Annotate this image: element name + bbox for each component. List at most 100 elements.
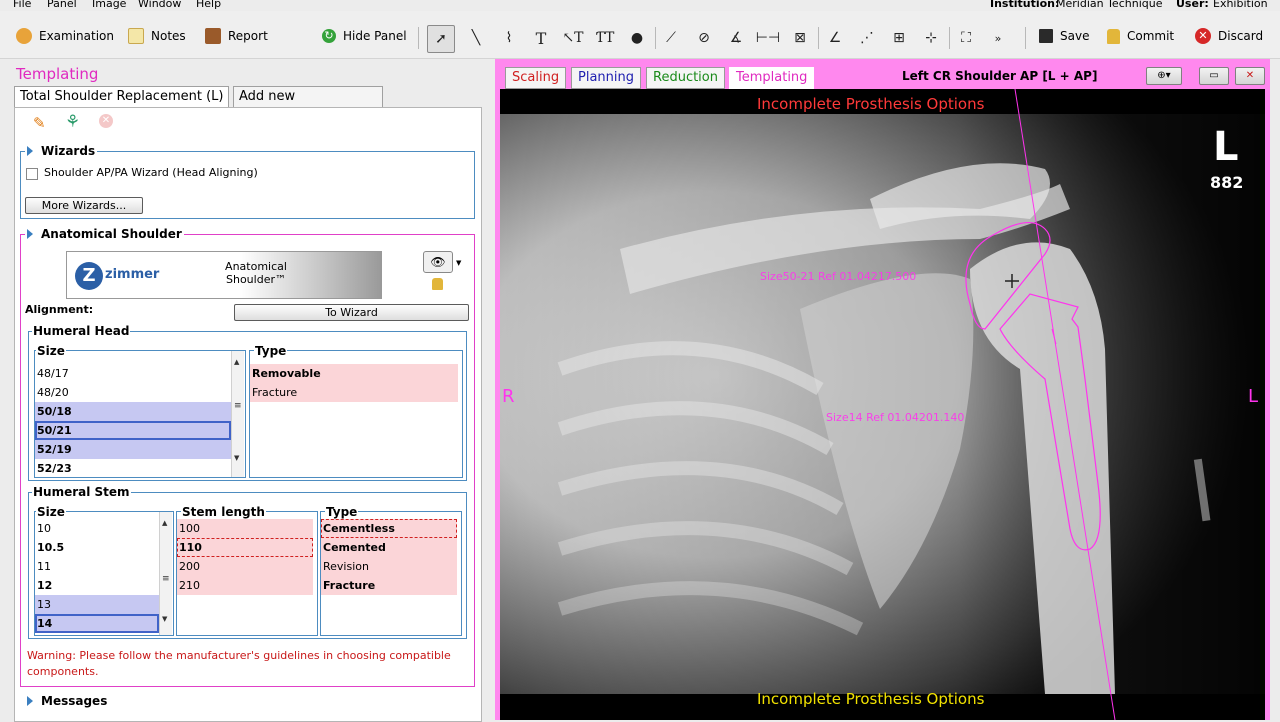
tab-scaling[interactable]: Scaling [505, 67, 567, 89]
point-tool[interactable]: ● [624, 25, 650, 51]
tab-add-new-procedure[interactable]: Add new procedure... [233, 86, 383, 124]
grid-tool[interactable]: ⊞ [886, 25, 912, 51]
tab-templating[interactable]: Templating [729, 67, 815, 89]
list-item[interactable]: 13 [35, 595, 159, 614]
tab-planning[interactable]: Planning [571, 67, 641, 89]
angle-icon: ∡ [729, 30, 743, 46]
close-view-button[interactable]: ✕ [1235, 67, 1265, 85]
line-tool[interactable]: ╲ [463, 25, 489, 51]
dropdown-arrow-icon[interactable]: ▼ [456, 259, 461, 267]
scroll-down-arrow-icon[interactable]: ▼ [234, 454, 239, 462]
menu-panel[interactable]: Panel [47, 0, 77, 11]
text-tool[interactable]: T [528, 25, 554, 51]
pattern-tool[interactable]: ⊹ [918, 25, 944, 51]
hide-panel-button[interactable]: ↻ Hide Panel [322, 25, 407, 47]
save-button[interactable]: Save [1039, 25, 1089, 47]
lock-icon[interactable] [432, 278, 443, 290]
list-item[interactable]: 11 [35, 557, 159, 576]
list-item[interactable]: 110 [177, 538, 313, 557]
list-item-selected[interactable]: 14 [35, 614, 159, 633]
crop-tool[interactable]: ⛶ [953, 25, 979, 51]
report-button[interactable]: Report [205, 25, 268, 47]
restore-button[interactable]: ▭ [1199, 67, 1229, 85]
pointer-tool[interactable]: ➚ [427, 25, 455, 53]
angle-tool[interactable]: ∡ [723, 25, 749, 51]
notes-label: Notes [151, 29, 186, 43]
edit-pencil-icon[interactable]: ✎ [33, 114, 46, 132]
toolbar-divider [949, 27, 950, 49]
list-item[interactable]: 12 [35, 576, 159, 595]
messages-header[interactable]: Messages [25, 694, 110, 708]
list-item[interactable]: 210 [177, 576, 313, 595]
expand-triangle-icon [27, 229, 33, 239]
humeral-head-label: Humeral Head [32, 324, 131, 338]
visibility-eye-icon[interactable]: 👁 [423, 251, 453, 273]
list-item[interactable]: 10.5 [35, 538, 159, 557]
offset-tool[interactable]: ⊠ [787, 25, 813, 51]
scroll-up-arrow-icon[interactable]: ▲ [162, 519, 167, 527]
scroll-up-arrow-icon[interactable]: ▲ [234, 358, 239, 366]
more-wizards-button[interactable]: More Wizards... [25, 197, 143, 214]
magnifier-icon: ⊕▾ [1157, 70, 1171, 81]
list-item[interactable]: 48/17 [35, 364, 231, 383]
list-item[interactable]: 48/20 [35, 383, 231, 402]
head-type-list[interactable]: Removable Fracture [249, 350, 463, 478]
list-item[interactable]: Cementless [321, 519, 457, 538]
list-item[interactable]: 10 [35, 519, 159, 538]
offset-icon: ⊠ [794, 30, 806, 46]
anatomical-shoulder-header[interactable]: Anatomical Shoulder [25, 227, 184, 241]
cobb-angle-tool[interactable]: ∠ [822, 25, 848, 51]
head-size-list[interactable]: 48/17 48/20 50/18 50/21 52/19 52/23 ▲ ≡ … [34, 350, 246, 478]
stem-size-list[interactable]: 10 10.5 11 12 13 14 ▲ ≡ ▼ [34, 511, 174, 636]
arrow-text-tool[interactable]: ↖T [560, 25, 586, 51]
menu-window[interactable]: Window [138, 0, 181, 11]
list-item[interactable]: 52/23 [35, 459, 231, 478]
image-viewport-panel: Scaling Planning Reduction Templating Le… [495, 59, 1270, 720]
wizards-header[interactable]: Wizards [25, 144, 98, 158]
list-item[interactable]: Cemented [321, 538, 457, 557]
stem-size-scrollbar[interactable]: ▲ ≡ ▼ [159, 512, 172, 635]
scroll-thumb[interactable]: ≡ [234, 401, 242, 411]
scroll-down-arrow-icon[interactable]: ▼ [162, 615, 167, 623]
list-item[interactable]: 50/18 [35, 402, 231, 421]
notes-button[interactable]: Notes [128, 25, 186, 47]
list-item[interactable]: 200 [177, 557, 313, 576]
ruler-tool[interactable]: ⟋ [658, 25, 684, 51]
ellipse-tool[interactable]: ⊘ [691, 25, 717, 51]
list-item-selected[interactable]: 50/21 [35, 421, 231, 440]
list-item[interactable]: Revision [321, 557, 457, 576]
head-template-label: Size50-21 Ref 01.04217.500 [760, 270, 917, 283]
tab-reduction[interactable]: Reduction [646, 67, 725, 89]
tab-total-shoulder-replacement[interactable]: Total Shoulder Replacement (L) [14, 86, 230, 109]
discard-button[interactable]: ✕ Discard [1195, 25, 1263, 47]
commit-button[interactable]: Commit [1107, 25, 1174, 47]
to-wizard-button[interactable]: To Wizard [234, 304, 469, 321]
zimmer-brand: zimmer [105, 267, 160, 282]
distance-tool[interactable]: ⊢⊣ [755, 25, 781, 51]
zoom-menu-button[interactable]: ⊕▾ [1146, 67, 1182, 85]
head-size-scrollbar[interactable]: ▲ ≡ ▼ [231, 351, 244, 477]
list-item[interactable]: 100 [177, 519, 313, 538]
list-item[interactable]: Fracture [321, 576, 457, 595]
more-tools-button[interactable]: » [985, 25, 1011, 51]
multi-text-icon: ƬT [595, 30, 615, 46]
product-name: Anatomical Shoulder™ [225, 260, 287, 286]
list-item[interactable]: Fracture [250, 383, 458, 402]
expand-triangle-icon [27, 696, 33, 706]
list-item[interactable]: 52/19 [35, 440, 231, 459]
menu-help[interactable]: Help [196, 0, 221, 11]
polyline-tool[interactable]: ⌇ [496, 25, 522, 51]
add-person-icon[interactable]: ⚘ [65, 112, 80, 132]
scroll-thumb[interactable]: ≡ [162, 574, 170, 584]
menu-file[interactable]: File [13, 0, 31, 11]
head-size-label: Size [36, 344, 66, 358]
wizard-checkbox[interactable] [26, 168, 38, 180]
menu-image[interactable]: Image [92, 0, 126, 11]
xray-viewer[interactable]: Incomplete Prosthesis Options Incomplete… [500, 89, 1265, 720]
multi-text-tool[interactable]: ƬT [592, 25, 618, 51]
stem-length-list[interactable]: 100 110 200 210 [176, 511, 318, 636]
stem-type-list[interactable]: Cementless Cemented Revision Fracture [320, 511, 462, 636]
list-item[interactable]: Removable [250, 364, 458, 383]
spline-tool[interactable]: ⋰ [854, 25, 880, 51]
examination-button[interactable]: Examination [16, 25, 114, 47]
